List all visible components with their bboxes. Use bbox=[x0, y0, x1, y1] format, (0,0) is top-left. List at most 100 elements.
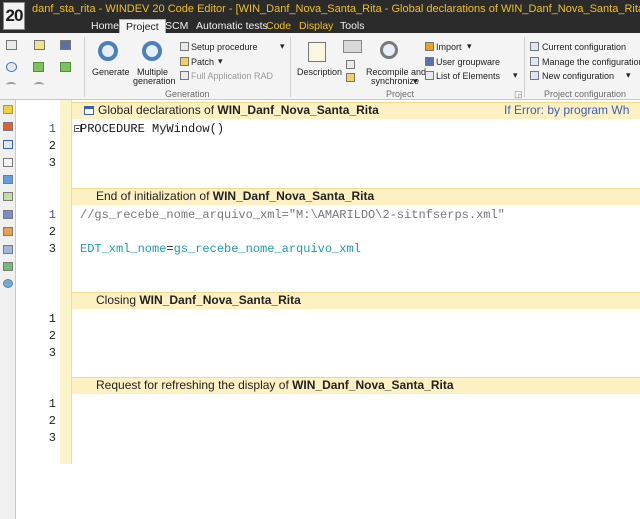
tab-automatic-tests[interactable]: Automatic tests bbox=[196, 19, 268, 33]
window-icon bbox=[84, 106, 94, 115]
title-bar: danf_sta_rita - WINDEV 20 Code Editor - … bbox=[0, 0, 640, 18]
line-number: 1 bbox=[48, 312, 56, 326]
new-configuration-dropdown-icon[interactable]: ▾ bbox=[626, 70, 631, 80]
rad-icon bbox=[180, 71, 189, 80]
patch-icon bbox=[180, 57, 189, 66]
line-number: 2 bbox=[48, 414, 56, 428]
tab-home[interactable]: Home bbox=[91, 19, 119, 33]
line-number: 1 bbox=[48, 208, 56, 222]
multiple-generation-label: generation bbox=[133, 76, 176, 86]
ribbon-separator bbox=[524, 37, 525, 97]
line-number: 3 bbox=[48, 242, 56, 256]
full-application-rad-button[interactable]: Full Application RAD bbox=[191, 71, 273, 81]
line-number: 3 bbox=[48, 346, 56, 360]
project-configuration-group-label: Project configuration bbox=[544, 89, 627, 99]
window-icon[interactable] bbox=[3, 140, 13, 149]
line-number: 2 bbox=[48, 225, 56, 239]
assign-operator: = bbox=[166, 242, 174, 256]
query-icon[interactable] bbox=[3, 210, 13, 219]
refresh-icon[interactable] bbox=[6, 62, 17, 72]
generate-button[interactable]: Generate bbox=[92, 67, 130, 77]
manage-configurations-icon bbox=[530, 57, 539, 66]
code-line-comment[interactable]: //gs_recebe_nome_arquivo_xml="M:\AMARILD… bbox=[80, 208, 505, 222]
line-number: 2 bbox=[48, 329, 56, 343]
windev-logo: 20 bbox=[3, 2, 25, 30]
go-icon[interactable] bbox=[33, 62, 44, 72]
dashboard-icon[interactable] bbox=[343, 40, 362, 53]
line-number: 3 bbox=[48, 156, 56, 170]
components-icon[interactable] bbox=[3, 262, 13, 271]
ribbon: Generate Multiple generation Setup proce… bbox=[0, 33, 640, 100]
tab-display[interactable]: Display bbox=[299, 19, 333, 33]
editor-gutter bbox=[60, 100, 72, 464]
user-groupware-icon bbox=[425, 57, 434, 66]
import-dropdown-icon[interactable]: ▾ bbox=[467, 41, 472, 51]
redo-icon[interactable] bbox=[34, 82, 44, 88]
recompile-synchronize-label: synchronize bbox=[371, 76, 420, 86]
section-title: Global declarations of WIN_Danf_Nova_San… bbox=[98, 103, 379, 117]
project-tree-icon[interactable] bbox=[346, 60, 355, 69]
ribbon-separator bbox=[290, 37, 291, 97]
current-configuration-icon bbox=[530, 42, 539, 51]
new-configuration-icon bbox=[530, 71, 539, 80]
tab-scm[interactable]: SCM bbox=[165, 19, 188, 33]
tab-tools[interactable]: Tools bbox=[340, 19, 365, 33]
import-icon bbox=[425, 42, 434, 51]
user-groupware-button[interactable]: User groupware bbox=[436, 57, 500, 67]
go-project-icon[interactable] bbox=[60, 62, 71, 72]
report-icon[interactable] bbox=[3, 192, 13, 201]
class-icon[interactable] bbox=[3, 227, 13, 236]
new-configuration-button[interactable]: New configuration bbox=[542, 71, 614, 81]
code-editor[interactable]: Global declarations of WIN_Danf_Nova_San… bbox=[16, 100, 640, 519]
description-button[interactable]: Description bbox=[297, 67, 342, 77]
open-icon[interactable] bbox=[34, 40, 45, 50]
save-icon[interactable] bbox=[60, 40, 71, 50]
description-icon[interactable] bbox=[308, 42, 326, 62]
left-toolbar bbox=[0, 100, 16, 519]
internet-icon[interactable] bbox=[3, 279, 13, 288]
patch-button[interactable]: Patch bbox=[191, 57, 214, 67]
generation-group-label: Generation bbox=[165, 89, 210, 99]
window-list-icon[interactable] bbox=[3, 122, 13, 131]
global-variable-name: gs_recebe_nome_arquivo_xml bbox=[173, 242, 361, 256]
patch-dropdown-icon[interactable]: ▾ bbox=[218, 56, 223, 66]
section-title: End of initialization of WIN_Danf_Nova_S… bbox=[96, 189, 375, 203]
procedures-icon[interactable] bbox=[3, 245, 13, 254]
tab-code[interactable]: Code bbox=[266, 19, 291, 33]
setup-procedure-button[interactable]: Setup procedure bbox=[191, 42, 258, 52]
list-elements-dropdown-icon[interactable]: ▾ bbox=[513, 70, 518, 80]
code-line-assignment[interactable]: EDT_xml_nome=gs_recebe_nome_arquivo_xml bbox=[80, 242, 361, 256]
project-explorer-icon[interactable] bbox=[3, 105, 13, 114]
section-title: Closing WIN_Danf_Nova_Santa_Rita bbox=[96, 293, 301, 307]
section-title: Request for refreshing the display of WI… bbox=[96, 378, 454, 392]
import-button[interactable]: Import bbox=[436, 42, 462, 52]
list-of-elements-button[interactable]: List of Elements bbox=[436, 71, 500, 81]
menu-bar: Home Project SCM Automatic tests Code Di… bbox=[0, 18, 640, 34]
edt-control-name: EDT_xml_nome bbox=[80, 242, 167, 256]
line-number: 1 bbox=[48, 397, 56, 411]
project-warning-icon[interactable] bbox=[346, 73, 355, 82]
recompile-icon[interactable] bbox=[380, 41, 398, 59]
analysis-icon[interactable] bbox=[3, 175, 13, 184]
current-configuration-button[interactable]: Current configuration bbox=[542, 42, 626, 52]
ribbon-separator bbox=[84, 37, 85, 97]
error-handling-link[interactable]: If Error: by program Wh bbox=[504, 102, 629, 119]
undo-icon[interactable] bbox=[6, 82, 16, 88]
code-line-procedure[interactable]: PROCEDURE MyWindow() bbox=[80, 122, 224, 136]
list-of-elements-icon bbox=[425, 71, 434, 80]
generate-icon[interactable] bbox=[98, 41, 118, 61]
window-title: danf_sta_rita - WINDEV 20 Code Editor - … bbox=[32, 3, 640, 15]
line-number: 3 bbox=[48, 431, 56, 445]
manage-configurations-button[interactable]: Manage the configurations bbox=[542, 57, 640, 67]
line-number: 1 bbox=[48, 122, 56, 136]
setup-icon bbox=[180, 42, 189, 51]
multiple-generation-icon[interactable] bbox=[142, 41, 162, 61]
project-group-label: Project bbox=[386, 89, 415, 99]
recompile-dropdown-icon[interactable]: ▾ bbox=[413, 76, 418, 86]
setup-dropdown-icon[interactable]: ▾ bbox=[280, 41, 285, 51]
new-icon[interactable] bbox=[6, 40, 17, 50]
document-icon[interactable] bbox=[3, 158, 13, 167]
tab-project[interactable]: Project bbox=[119, 19, 166, 34]
line-number: 2 bbox=[48, 139, 56, 153]
project-group-launcher-icon[interactable]: ◲ bbox=[514, 89, 523, 99]
